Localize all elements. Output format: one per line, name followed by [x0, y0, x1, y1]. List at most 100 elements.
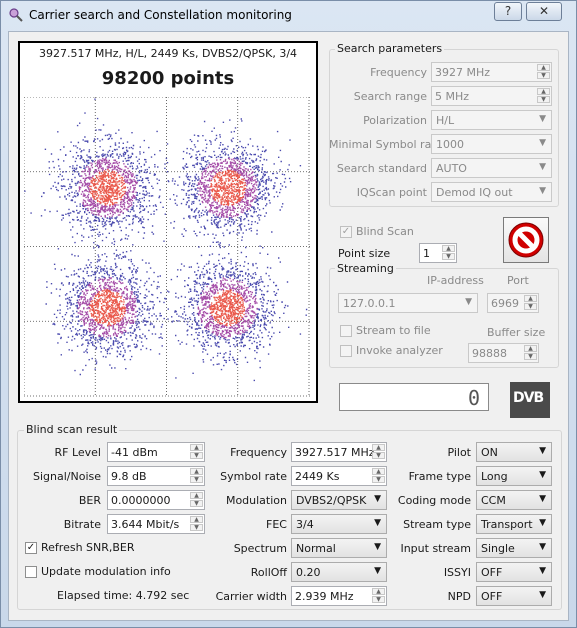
- help-icon: ?: [504, 4, 512, 18]
- carrier-width-label: Carrier width: [215, 590, 287, 603]
- point-size-label: Point size: [338, 247, 391, 260]
- chevron-down-icon: ▼: [539, 542, 546, 552]
- chevron-down-icon: ▼: [374, 518, 381, 528]
- ip-address-select[interactable]: 127.0.0.1 ▼: [338, 293, 478, 313]
- npd-label: NPD: [447, 590, 471, 603]
- issyi-select[interactable]: OFF ▼: [476, 562, 552, 582]
- points-count: 98200 points: [101, 68, 235, 89]
- signal-noise-label: Signal/Noise: [32, 470, 101, 483]
- search-standard-select[interactable]: AUTO ▼: [431, 158, 552, 178]
- point-size-stepper[interactable]: 1 ▲ ▼: [419, 243, 457, 263]
- client-area: 3927.517 MHz, H/L, 2449 Ks, DVBS2/QPSK, …: [8, 31, 569, 621]
- chevron-down-icon: ▼: [539, 446, 546, 456]
- update-modulation-checkbox[interactable]: [25, 566, 37, 578]
- spectrum-select[interactable]: Normal ▼: [291, 538, 387, 558]
- chevron-down-icon: ▼: [465, 297, 472, 307]
- frequency-result-field[interactable]: 3927.517 MHz ▲ ▼: [291, 442, 387, 462]
- iqscan-label: IQScan point: [356, 186, 427, 199]
- port-stepper[interactable]: 6969 ▲ ▼: [487, 293, 539, 313]
- constellation-panel: 3927.517 MHz, H/L, 2449 Ks, DVBS2/QPSK, …: [18, 41, 318, 403]
- polarization-select[interactable]: H/L ▼: [431, 110, 552, 130]
- search-parameters-title: Search parameters: [335, 42, 445, 55]
- modulation-select[interactable]: DVBS2/QPSK ▼: [291, 490, 387, 510]
- close-button[interactable]: ✕: [526, 2, 562, 21]
- spectrum-label: Spectrum: [233, 542, 287, 555]
- stream-to-file-label: Stream to file: [356, 324, 431, 337]
- refresh-snr-ber-label: Refresh SNR,BER: [41, 541, 135, 554]
- min-symbol-rate-select[interactable]: 1000 ▼: [431, 134, 552, 154]
- ber-field[interactable]: 0.0000000 ▲ ▼: [107, 490, 205, 510]
- chevron-down-icon: ▼: [539, 162, 546, 172]
- search-range-field[interactable]: 5 MHz ▲ ▼: [431, 86, 552, 106]
- bitrate-field[interactable]: 3.644 Mbit/s ▲ ▼: [107, 514, 205, 534]
- search-frequency-field[interactable]: 3927 MHz ▲ ▼: [431, 62, 552, 82]
- window: Carrier search and Constellation monitor…: [0, 0, 577, 628]
- stop-button[interactable]: [503, 217, 549, 263]
- rolloff-select[interactable]: 0.20 ▼: [291, 562, 387, 582]
- chevron-down-icon: ▼: [539, 138, 546, 148]
- npd-select[interactable]: OFF ▼: [476, 586, 552, 606]
- pilot-select[interactable]: ON ▼: [476, 442, 552, 462]
- constellation-cluster: [152, 118, 302, 268]
- chevron-down-icon: ▼: [539, 494, 546, 504]
- update-modulation-label: Update modulation info: [41, 565, 171, 578]
- search-range-label: Search range: [353, 90, 427, 103]
- ber-label: BER: [78, 494, 101, 507]
- constellation-plot: [24, 97, 310, 397]
- chevron-down-icon: ▼: [539, 566, 546, 576]
- blind-scan-result-title: Blind scan result: [24, 423, 120, 436]
- frame-type-select[interactable]: Long ▼: [476, 466, 552, 486]
- packet-counter: 0: [339, 383, 489, 411]
- chevron-down-icon: ▼: [539, 470, 546, 480]
- elapsed-time: Elapsed time: 4.792 sec: [57, 589, 190, 602]
- invoke-analyzer-checkbox[interactable]: [340, 345, 352, 357]
- issyi-label: ISSYI: [443, 566, 471, 579]
- constellation-cluster: [158, 242, 308, 382]
- stream-to-file-checkbox[interactable]: [340, 325, 352, 337]
- constellation-points: [209, 289, 246, 327]
- symbol-rate-field[interactable]: 2449 Ks ▲ ▼: [291, 466, 387, 486]
- port-label: Port: [507, 274, 529, 287]
- pilot-label: Pilot: [447, 446, 471, 459]
- fec-label: FEC: [266, 518, 287, 531]
- frequency-label: Frequency: [370, 66, 427, 79]
- invoke-analyzer-label: Invoke analyzer: [356, 344, 443, 357]
- chevron-down-icon: ▼: [539, 518, 546, 528]
- constellation-cluster: [45, 232, 203, 376]
- stream-type-select[interactable]: Transport ▼: [476, 514, 552, 534]
- buffer-size-label: Buffer size: [487, 326, 546, 339]
- iqscan-select[interactable]: Demod IQ out ▼: [431, 182, 552, 202]
- app-icon: [9, 8, 23, 22]
- carrier-width-field[interactable]: 2.939 MHz ▲ ▼: [291, 586, 387, 606]
- help-button[interactable]: ?: [494, 2, 522, 21]
- frame-type-label: Frame type: [408, 470, 471, 483]
- polarization-label: Polarization: [363, 114, 427, 127]
- chevron-down-icon: ▼: [374, 542, 381, 552]
- chevron-down-icon: ▼: [539, 590, 546, 600]
- buffer-size-stepper[interactable]: 98888 ▲ ▼: [468, 343, 539, 363]
- rf-level-label: RF Level: [54, 446, 101, 459]
- input-stream-select[interactable]: Single ▼: [476, 538, 552, 558]
- blind-scan-label: Blind Scan: [356, 225, 414, 238]
- stream-type-label: Stream type: [403, 518, 471, 531]
- chevron-down-icon: ▼: [374, 566, 381, 576]
- fec-select[interactable]: 3/4 ▼: [291, 514, 387, 534]
- dvb-logo: DVB: [510, 382, 550, 418]
- frequency-result-label: Frequency: [230, 446, 287, 459]
- min-symbol-rate-label: Minimal Symbol rate: [329, 138, 443, 151]
- search-standard-label: Search standard: [336, 162, 427, 175]
- ip-address-label: IP-address: [427, 274, 484, 287]
- plot-info: 3927.517 MHz, H/L, 2449 Ks, DVBS2/QPSK, …: [38, 47, 298, 60]
- input-stream-label: Input stream: [400, 542, 471, 555]
- stop-icon: [508, 222, 544, 258]
- modulation-label: Modulation: [225, 494, 287, 507]
- signal-noise-field[interactable]: 9.8 dB ▲ ▼: [107, 466, 205, 486]
- bitrate-label: Bitrate: [63, 518, 101, 531]
- blind-scan-checkbox[interactable]: ✓: [340, 226, 352, 238]
- coding-mode-select[interactable]: CCM ▼: [476, 490, 552, 510]
- refresh-snr-ber-checkbox[interactable]: ✓: [25, 542, 37, 554]
- chevron-down-icon: ▼: [539, 114, 546, 124]
- rf-level-field[interactable]: -41 dBm ▲ ▼: [107, 442, 205, 462]
- window-title: Carrier search and Constellation monitor…: [29, 8, 292, 22]
- coding-mode-label: Coding mode: [397, 494, 471, 507]
